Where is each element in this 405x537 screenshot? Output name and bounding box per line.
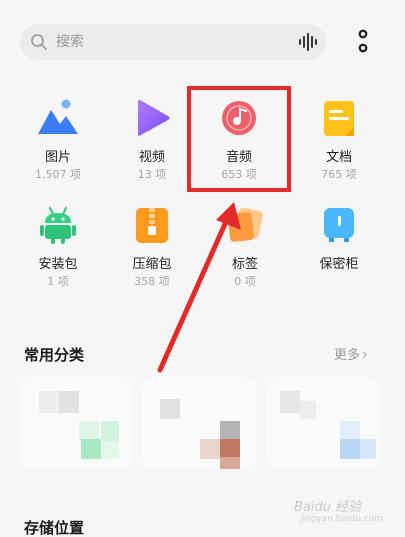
thumbnail-block xyxy=(160,399,180,419)
thumbnail-block xyxy=(360,439,376,459)
recent-card[interactable] xyxy=(142,377,256,469)
thumbnail-block xyxy=(79,421,99,441)
section-title-storage: 存储位置 xyxy=(24,519,85,537)
thumbnail-block xyxy=(340,421,360,441)
recent-card[interactable] xyxy=(19,377,133,469)
thumbnail-block xyxy=(300,401,316,419)
thumbnail-block xyxy=(200,439,220,459)
watermark: Baidu 经验 xyxy=(294,500,362,515)
thumbnail-block xyxy=(101,441,119,459)
thumbnail-block xyxy=(39,391,59,413)
thumbnail-block xyxy=(220,457,240,469)
more-label: 更多 xyxy=(334,348,361,363)
thumbnail-block xyxy=(101,421,119,441)
recent-card[interactable] xyxy=(266,377,380,469)
watermark-url: jingyan.baidu.com xyxy=(300,514,384,524)
thumbnail-block xyxy=(220,421,240,441)
section-title-common: 常用分类 xyxy=(24,346,85,364)
thumbnail-block xyxy=(280,391,300,413)
chevron-right-icon: › xyxy=(362,347,368,363)
thumbnail-block xyxy=(340,439,360,459)
thumbnail-block xyxy=(81,439,101,459)
thumbnail-block xyxy=(59,391,79,413)
more-link[interactable]: 更多 › xyxy=(334,344,368,363)
thumbnail-block xyxy=(220,439,240,459)
